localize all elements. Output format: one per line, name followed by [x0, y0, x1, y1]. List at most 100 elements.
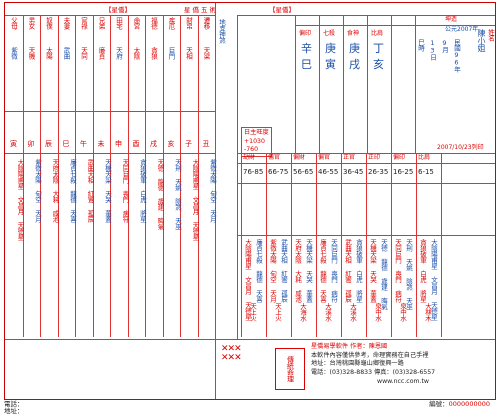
- marks-area: ✕✕✕ ✕✕✕: [221, 345, 267, 395]
- palace-label: 官祿: [79, 17, 88, 29]
- divider-lower: [5, 153, 215, 154]
- age-range: 66-75: [268, 168, 289, 176]
- palace-branch: 戌: [150, 140, 157, 148]
- palace-label: 財帛: [184, 17, 193, 29]
- main-star: 貪狼: [149, 47, 158, 59]
- credit-author-label: 作者: [350, 343, 363, 350]
- age-range: 16-25: [393, 168, 414, 176]
- lower-star-column: 天德 龍德 歲建 晦氣: [156, 159, 164, 230]
- lower-star-column: 天府太陰 大耗 咸池: [51, 159, 59, 222]
- palace-branch: 丑: [202, 140, 210, 148]
- pillar-col-line: [415, 15, 416, 153]
- day-master-box: 日主旺度 +1030 -760: [241, 127, 272, 158]
- age-col-line: [441, 153, 442, 337]
- footer-phone-row: 電話： 編號：0000000000: [4, 401, 494, 408]
- credit-url: www.ncc.com.tw: [377, 377, 429, 385]
- age-header: 正印: [368, 154, 381, 161]
- person-name: 陳小姐: [477, 29, 486, 52]
- print-date: 2007/10/23列印: [437, 144, 484, 151]
- lower-star-column: 武曲天相 紅鸞 孤辰: [86, 159, 94, 222]
- age-header: 傷官: [268, 154, 281, 161]
- divider-bottom: [5, 339, 215, 340]
- credit-title: 星僑易學軟件: [311, 343, 349, 350]
- lower-star-column: 貪狼破軍 白虎 將星: [138, 159, 147, 222]
- age-range: 76-85: [243, 168, 264, 176]
- age-range: 36-45: [343, 168, 364, 176]
- day-master-label: 日主旺度: [244, 129, 269, 136]
- lunar-year: 民國96年: [452, 39, 461, 72]
- lower-star-column: 廉貞七殺 龍德 天喜: [68, 159, 77, 222]
- palace-branch: 酉: [132, 140, 140, 148]
- credit-fax: 傳真：(03)328-6557: [374, 369, 436, 377]
- palace-label: 父母: [9, 17, 18, 29]
- palace-branch: 子: [185, 140, 192, 148]
- palace-branch: 卯: [27, 140, 35, 148]
- palace-branch: 寅: [10, 140, 17, 148]
- palace-label: 福德: [149, 17, 158, 29]
- palace-label: 命宮: [132, 17, 140, 29]
- palace-label: 兄弟: [97, 17, 105, 29]
- birth-month: 9月: [440, 39, 449, 53]
- age-col-line: [316, 153, 317, 337]
- footer-serial-value: 0000000000: [448, 400, 490, 408]
- pillar-zhi: 巳: [301, 58, 312, 71]
- age-header: 比肩: [418, 154, 431, 161]
- pillar-note: 食神: [347, 30, 360, 37]
- age-range: 56-65: [293, 168, 314, 176]
- age-header: 正官: [343, 154, 356, 161]
- age-range: 6-15: [418, 168, 434, 176]
- seal-stamp-text: 傳統命理: [286, 356, 295, 382]
- credit-author: 陳恩國: [368, 343, 388, 350]
- age-col-line: [241, 153, 242, 337]
- main-star: 紫微: [9, 47, 18, 59]
- main-star: 武曲: [62, 47, 70, 59]
- age-header: 偏印: [393, 154, 406, 161]
- main-star: 廉貞: [97, 47, 105, 59]
- main-star: 太陰: [132, 47, 140, 59]
- footer-address-row: 地址：: [4, 408, 494, 415]
- main-star: 太陽: [44, 47, 53, 59]
- seal-stamp: 傳統命理: [275, 348, 305, 390]
- pillar-note: 偏印: [299, 30, 312, 37]
- palace-label: 疾厄: [167, 17, 175, 29]
- credit-line-2: 地址：台灣桃園縣龜山鄉復興一路: [311, 360, 404, 368]
- palace-label: 夫妻: [62, 17, 70, 29]
- age-header: 偏官: [318, 154, 331, 161]
- pillar-zhi: 寅: [325, 58, 336, 71]
- palace-branch: 巳: [62, 140, 70, 148]
- footer-serial: 編號：0000000000: [429, 401, 490, 408]
- nayin-label: 大林木: [423, 303, 432, 321]
- credit-phone: 電話：(03)328-8833: [311, 369, 373, 377]
- palace-branch: 未: [97, 140, 105, 148]
- footer-address-label: 地址：: [4, 407, 24, 415]
- main-star: 天梁: [202, 47, 210, 59]
- main-star: 天府: [114, 47, 123, 59]
- nayin-label: 大海水: [298, 303, 307, 321]
- age-header: 偏財: [293, 154, 306, 161]
- lower-star-column: 紫微太陽 旬空 天月: [208, 159, 217, 222]
- pillar-col-line: [295, 15, 296, 153]
- nayin-label: 天上火: [248, 303, 257, 321]
- pillar-zhi: 亥: [373, 58, 384, 71]
- pillar-zhi: 戌: [349, 58, 360, 71]
- chart-header: 【星僑】 星 僑 五 術 【星僑】: [105, 5, 295, 15]
- age-header: 劫財: [243, 154, 256, 161]
- pillar-col-line: [343, 15, 344, 153]
- lower-star-column: 大陰陽甫星 文昌月 天德星: [191, 159, 199, 240]
- palace-branch: 申: [115, 140, 122, 148]
- age-col-line: [341, 153, 342, 337]
- age-col-line: [291, 153, 292, 337]
- chart-sheet: 【星僑】 星 僑 五 術 【星僑】 父母 男女 奴僕 夫妻 官祿 兄弟 田宅 命宮 福德 疾厄 財帛…: [4, 2, 496, 400]
- pillar-gan: 庚: [325, 42, 336, 55]
- palace-branch: 辰: [45, 140, 52, 148]
- credit-block: 星僑易學軟件 作者：陳恩國 本軟件內容僅供參考，命理實務在自己手裡 地址：台灣桃…: [311, 343, 495, 386]
- palace-label: 遷移: [202, 17, 210, 29]
- calendar-label: 公元2007年: [445, 26, 479, 33]
- divider-top: [5, 15, 215, 16]
- main-star: 巨門: [167, 47, 175, 59]
- name-label: 姓名: [486, 29, 495, 41]
- age-col-line: [366, 153, 367, 337]
- palace-label: 男女: [27, 17, 35, 29]
- age-col-line: [416, 153, 417, 337]
- credit-title-row: 星僑易學軟件 作者：陳恩國: [311, 343, 388, 350]
